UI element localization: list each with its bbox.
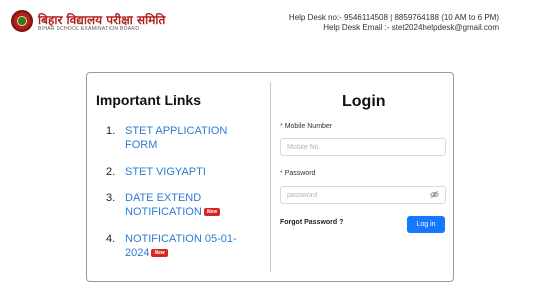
helpdesk-info: Help Desk no:- 9546114508 | 8859764188 (… bbox=[289, 13, 499, 33]
new-badge: New bbox=[151, 249, 168, 258]
password-label-text: Password bbox=[284, 170, 316, 177]
logo-emblem-center bbox=[18, 17, 26, 25]
password-input[interactable] bbox=[280, 186, 446, 204]
mobile-number-input[interactable] bbox=[280, 138, 446, 156]
mobile-number-label-text: Mobile Number bbox=[284, 123, 333, 130]
mobile-number-label: * Mobile Number bbox=[280, 123, 332, 130]
new-badge: New bbox=[203, 208, 221, 217]
column-divider bbox=[270, 82, 271, 272]
important-links-title: Important Links bbox=[96, 92, 202, 108]
link-number: 2. bbox=[106, 166, 116, 178]
site-header: बिहार विद्यालय परीक्षा समिति BIHAR SCHOO… bbox=[0, 0, 540, 40]
bseb-logo-icon bbox=[11, 10, 33, 32]
link-label[interactable]: STET VIGYAPTI bbox=[125, 166, 206, 178]
brand-name-english: BIHAR SCHOOL EXAMINATION BOARD bbox=[38, 26, 140, 32]
required-mark: * bbox=[280, 123, 283, 130]
login-title: Login bbox=[342, 93, 386, 110]
link-label[interactable]: STET APPLICATION FORM bbox=[125, 125, 227, 151]
link-number: 1. bbox=[106, 125, 116, 137]
required-mark: * bbox=[280, 170, 283, 177]
link-number: 4. bbox=[106, 233, 116, 245]
forgot-password-link[interactable]: Forgot Password ? bbox=[280, 219, 343, 226]
link-label[interactable]: DATE EXTEND NOTIFICATION bbox=[125, 192, 202, 218]
eye-invisible-icon[interactable] bbox=[430, 190, 439, 199]
link-label[interactable]: NOTIFICATION 05-01-2024 bbox=[125, 233, 237, 259]
helpdesk-email: Help Desk Email :- stet2024helpdesk@gmai… bbox=[323, 23, 499, 32]
helpdesk-numbers: Help Desk no:- 9546114508 | 8859764188 (… bbox=[288, 13, 499, 22]
login-button[interactable]: Log in bbox=[407, 216, 445, 233]
password-label: * Password bbox=[280, 170, 315, 177]
link-number: 3. bbox=[106, 192, 116, 204]
